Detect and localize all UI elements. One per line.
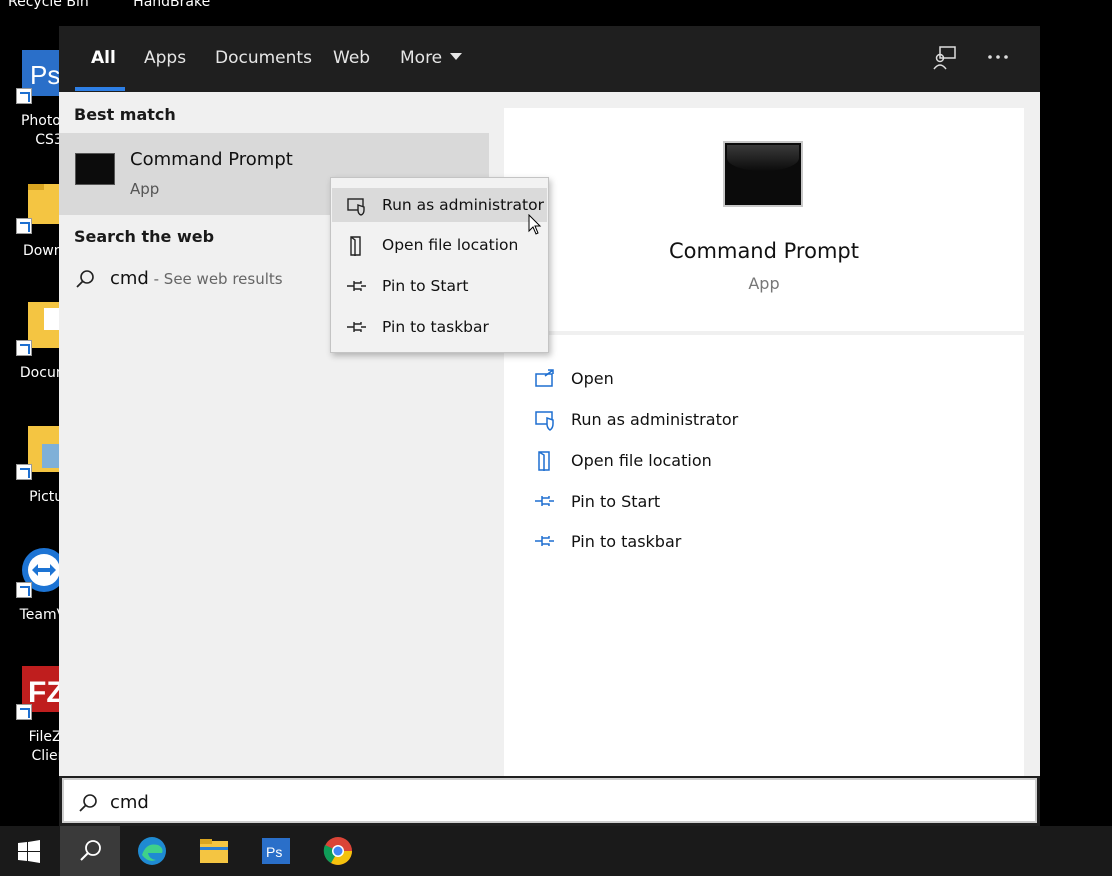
tab-all[interactable]: All: [91, 48, 116, 68]
shortcut-arrow-icon: [16, 704, 32, 720]
action-pin-to-start[interactable]: Pin to Start: [534, 487, 994, 517]
search-tabs: All Apps Documents Web More: [59, 26, 1040, 92]
shield-icon: [347, 198, 365, 216]
file-location-icon: [350, 236, 361, 256]
recycle-bin-label[interactable]: Recycle Bin: [8, 0, 89, 10]
open-icon: [535, 369, 554, 387]
action-run-as-administrator[interactable]: Run as administrator: [534, 405, 994, 435]
active-tab-indicator: [75, 87, 125, 91]
desktop-top-labels: Recycle Bin HandBrake: [8, 0, 250, 10]
search-icon: [79, 794, 97, 812]
shortcut-arrow-icon: [16, 582, 32, 598]
pin-icon: [535, 496, 554, 506]
context-run-as-administrator[interactable]: Run as administrator: [332, 188, 547, 222]
web-result-suffix: - See web results: [148, 270, 283, 288]
action-open-file-location[interactable]: Open file location: [534, 446, 994, 476]
action-label: Pin to Start: [571, 492, 661, 511]
taskbar: Ps: [0, 826, 1112, 876]
taskbar-chrome[interactable]: [308, 826, 368, 876]
action-open[interactable]: Open: [534, 364, 994, 394]
file-location-icon: [538, 451, 550, 471]
desktop-icon-filezilla[interactable]: FZ FileZil Clien: [4, 664, 69, 774]
details-title: Command Prompt: [669, 239, 859, 263]
details-subtitle: App: [748, 274, 780, 293]
action-pin-to-taskbar[interactable]: Pin to taskbar: [534, 527, 994, 557]
pin-icon: [347, 281, 366, 291]
start-search-panel: All Apps Documents Web More Best match C…: [59, 26, 1040, 826]
start-button[interactable]: [0, 826, 60, 876]
search-icon: [80, 840, 101, 861]
context-item-label: Pin to Start: [382, 277, 469, 295]
action-label: Open file location: [571, 451, 712, 470]
context-open-file-location[interactable]: Open file location: [332, 228, 547, 262]
details-pane: Command Prompt App Open Run as administr…: [504, 108, 1024, 776]
desktop-icon-photoshop[interactable]: Ps Photosh CS3: [4, 48, 77, 158]
taskbar-photoshop[interactable]: Ps: [246, 826, 306, 876]
pin-icon: [347, 322, 366, 332]
command-prompt-large-icon: [723, 141, 803, 207]
search-box[interactable]: [62, 778, 1037, 823]
search-input[interactable]: [110, 788, 910, 816]
action-label: Pin to taskbar: [571, 532, 682, 551]
taskbar-file-explorer[interactable]: [184, 826, 244, 876]
more-options-icon[interactable]: [984, 44, 1012, 72]
desktop-icon-teamviewer[interactable]: TeamVie: [4, 542, 78, 652]
tab-documents[interactable]: Documents: [215, 48, 312, 68]
caret-down-icon: [450, 53, 463, 60]
details-divider: [504, 331, 1024, 335]
handbrake-label[interactable]: HandBrake: [133, 0, 210, 10]
search-bar: [59, 776, 1040, 826]
svg-text:Ps: Ps: [266, 844, 282, 860]
folder-icon: [200, 839, 228, 863]
tab-web[interactable]: Web: [333, 48, 370, 68]
tab-more[interactable]: More: [400, 48, 463, 68]
shortcut-arrow-icon: [16, 218, 32, 234]
shortcut-arrow-icon: [16, 88, 32, 104]
search-web-heading: Search the web: [74, 227, 215, 246]
command-prompt-icon: [75, 153, 115, 185]
action-label: Open: [571, 369, 614, 388]
svg-text:Ps: Ps: [30, 60, 60, 90]
search-icon: [76, 270, 94, 288]
context-item-label: Pin to taskbar: [382, 318, 489, 336]
desktop-icon-downloads[interactable]: Downlo: [4, 178, 75, 288]
context-pin-to-start[interactable]: Pin to Start: [332, 269, 547, 303]
feedback-icon[interactable]: [931, 44, 959, 72]
chrome-icon: [323, 837, 352, 865]
shield-icon: [535, 411, 554, 431]
shortcut-arrow-icon: [16, 340, 32, 356]
context-item-label: Open file location: [382, 236, 519, 254]
web-result-query: cmd: [110, 268, 149, 289]
shortcut-arrow-icon: [16, 464, 32, 480]
windows-logo-icon: [18, 840, 40, 863]
mouse-cursor-icon: [528, 214, 542, 235]
context-menu: Run as administrator Open file location …: [330, 177, 549, 353]
context-item-label: Run as administrator: [382, 196, 544, 214]
pin-icon: [535, 536, 554, 546]
taskbar-search-button[interactable]: [60, 826, 120, 876]
desktop-icon-pictures[interactable]: Pictur: [4, 424, 69, 534]
context-pin-to-taskbar[interactable]: Pin to taskbar: [332, 310, 547, 344]
photoshop-icon: Ps: [262, 838, 290, 864]
tab-apps[interactable]: Apps: [144, 48, 186, 68]
tab-more-label: More: [400, 48, 443, 68]
taskbar-edge[interactable]: [122, 826, 182, 876]
best-match-subtitle: App: [130, 180, 160, 198]
action-label: Run as administrator: [571, 410, 739, 429]
edge-icon: [138, 837, 166, 865]
desktop-icon-documents[interactable]: Docume: [4, 300, 78, 410]
best-match-title: Command Prompt: [130, 149, 293, 170]
best-match-heading: Best match: [74, 105, 176, 124]
